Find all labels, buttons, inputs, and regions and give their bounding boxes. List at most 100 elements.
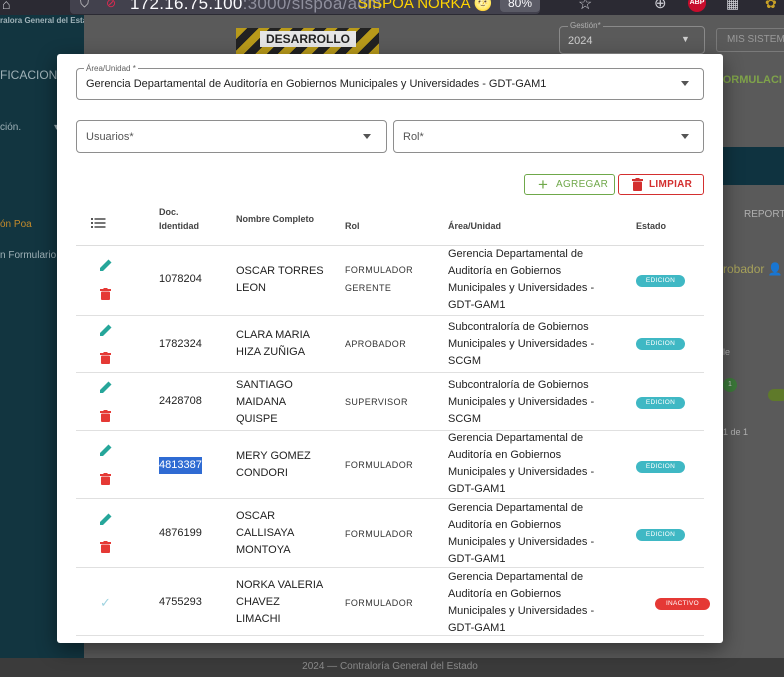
check-icon[interactable]: ✓ (100, 595, 111, 611)
cell-area: Gerencia Departamental de Auditoría en G… (448, 248, 595, 311)
table-row: 1782324 CLARA MARIA HIZA ZUÑIGA APROBADO… (76, 316, 704, 373)
rol-select[interactable] (393, 120, 704, 153)
approver-text: robador (723, 262, 765, 276)
cell-rol: FORMULADOR (345, 598, 414, 608)
header-doc-line2: Identidad (159, 221, 199, 231)
pagination-text: 1 de 1 (723, 427, 749, 437)
tab-formulacion[interactable]: FORMULACI (716, 74, 782, 86)
background-cell-text: le (723, 347, 731, 357)
edit-icon[interactable] (99, 443, 113, 457)
edit-icon[interactable] (99, 258, 113, 272)
home-icon[interactable]: ⌂ (2, 0, 10, 12)
cell-rol: FORMULADOR (345, 460, 414, 470)
header-estado[interactable]: Estado (636, 219, 666, 233)
status-badge: EDICION (636, 275, 685, 287)
shield-icon[interactable]: ⛉ (80, 0, 89, 11)
delete-icon[interactable] (100, 352, 111, 364)
insecure-lock-icon[interactable]: ⊘ (106, 0, 116, 10)
cell-nombre: OSCAR TORRES LEON (236, 265, 324, 294)
cell-doc: 4755293 (159, 596, 202, 608)
status-badge: EDICION (636, 461, 685, 473)
reportes-label[interactable]: REPORT (744, 209, 784, 220)
gestion-value: 2024 (568, 35, 593, 47)
extensions-icon[interactable]: ▦ (726, 0, 739, 12)
table-row: 4813387 MERY GOMEZ CONDORI FORMULADOR Ge… (76, 431, 704, 499)
table-header-band (723, 147, 784, 185)
cell-area: Subcontraloría de Gobiernos Municipales … (448, 321, 595, 367)
url-text[interactable]: 172.16.75.100:3000/sispoa/adm (130, 0, 382, 14)
sidebar-section-title: FICACION (0, 68, 58, 82)
header-doc-identidad[interactable]: Doc. Identidad (159, 205, 199, 233)
user-icon: 👤 (767, 262, 783, 276)
cell-area: Subcontraloría de Gobiernos Municipales … (448, 379, 595, 425)
edit-icon[interactable] (99, 380, 113, 394)
chevron-down-icon[interactable] (681, 81, 689, 86)
area-unidad-label: Área/Unidad * (84, 64, 138, 73)
bookmark-star-icon[interactable]: ☆ (578, 0, 592, 14)
table-row: 4876199 OSCAR CALLISAYA MONTOYA FORMULAD… (76, 499, 704, 568)
cell-nombre: CLARA MARIA HIZA ZUÑIGA (236, 329, 310, 358)
chevron-down-icon: ▼ (681, 34, 690, 44)
dev-banner: DESARROLLO (236, 28, 379, 54)
tab-title: SISPOA NORKA (358, 0, 470, 12)
delete-icon[interactable] (100, 473, 111, 485)
chevron-down-icon[interactable] (681, 134, 689, 139)
status-badge (768, 389, 784, 401)
table-row: 1078204 OSCAR TORRES LEON FORMULADOR GER… (76, 246, 704, 316)
cell-area: Gerencia Departamental de Auditoría en G… (448, 571, 595, 634)
count-badge: 1 (723, 378, 737, 392)
cell-nombre: SANTIAGO MAIDANA QUISPE (236, 379, 293, 425)
usuarios-placeholder: Usuarios* (86, 131, 134, 143)
rol-placeholder: Rol* (403, 131, 424, 143)
trash-icon (632, 178, 643, 191)
cell-nombre: NORKA VALERIA CHAVEZ LIMACHI (236, 579, 323, 625)
edit-icon[interactable] (99, 512, 113, 526)
edit-icon[interactable] (99, 323, 113, 337)
sidebar-item-planificacion[interactable]: ción. (0, 122, 21, 133)
moon-icon: 🌝 (473, 0, 493, 12)
status-badge: EDICION (636, 529, 685, 541)
profile-icon[interactable]: ✿ (765, 0, 777, 12)
gestion-label: Gestión* (568, 21, 603, 30)
cell-rol: APROBADOR (345, 339, 407, 349)
status-badge: EDICION (636, 397, 685, 409)
cell-nombre: OSCAR CALLISAYA MONTOYA (236, 510, 294, 556)
footer-text: 2024 — Contraloría General del Estado (302, 661, 478, 672)
delete-icon[interactable] (100, 541, 111, 553)
zoom-level[interactable]: 80% (500, 0, 541, 12)
header-doc-line1: Doc. (159, 207, 179, 217)
plus-icon: + (538, 175, 549, 194)
cell-area: Gerencia Departamental de Auditoría en G… (448, 502, 595, 565)
cell-doc-selected[interactable]: 4813387 (159, 457, 202, 474)
cell-doc: 4876199 (159, 527, 202, 539)
header-rol[interactable]: Rol (345, 219, 360, 233)
cell-doc: 1078204 (159, 273, 202, 285)
status-badge: EDICION (636, 338, 685, 350)
chevron-down-icon[interactable] (363, 134, 371, 139)
cell-rol: FORMULADOR (345, 529, 414, 539)
cell-doc: 1782324 (159, 338, 202, 350)
delete-icon[interactable] (100, 288, 111, 300)
mis-sistemas-button[interactable]: MIS SISTEM (716, 28, 784, 52)
url-host: 172.16.75.100 (130, 0, 243, 13)
approver-label: robador 👤 (723, 262, 783, 276)
status-badge: INACTIVO (655, 598, 710, 610)
sidebar-org-name: ralora General del Estado (0, 16, 97, 25)
table-header: Doc. Identidad Nombre Completo Rol Área/U… (76, 200, 704, 246)
cell-nombre: MERY GOMEZ CONDORI (236, 450, 311, 479)
agregar-button[interactable]: + AGREGAR (524, 174, 615, 195)
table-row: 2428708 SANTIAGO MAIDANA QUISPE SUPERVIS… (76, 373, 704, 431)
header-nombre[interactable]: Nombre Completo (236, 212, 314, 226)
sidebar-item-poa[interactable]: ón Poa (0, 219, 32, 230)
page-title-overlay: SISPOA NORKA 🌝 (358, 0, 493, 12)
cell-doc: 2428708 (159, 395, 202, 407)
header-area[interactable]: Área/Unidad (448, 219, 501, 233)
cell-rol: FORMULADOR GERENTE (345, 265, 414, 293)
dev-banner-label: DESARROLLO (260, 31, 356, 47)
sidebar-item-formulario[interactable]: n Formulario (0, 250, 56, 261)
list-icon[interactable] (91, 218, 106, 228)
cell-rol: SUPERVISOR (345, 397, 408, 407)
download-icon[interactable]: ⊕ (654, 0, 667, 12)
limpiar-button[interactable]: LIMPIAR (618, 174, 704, 195)
delete-icon[interactable] (100, 410, 111, 422)
